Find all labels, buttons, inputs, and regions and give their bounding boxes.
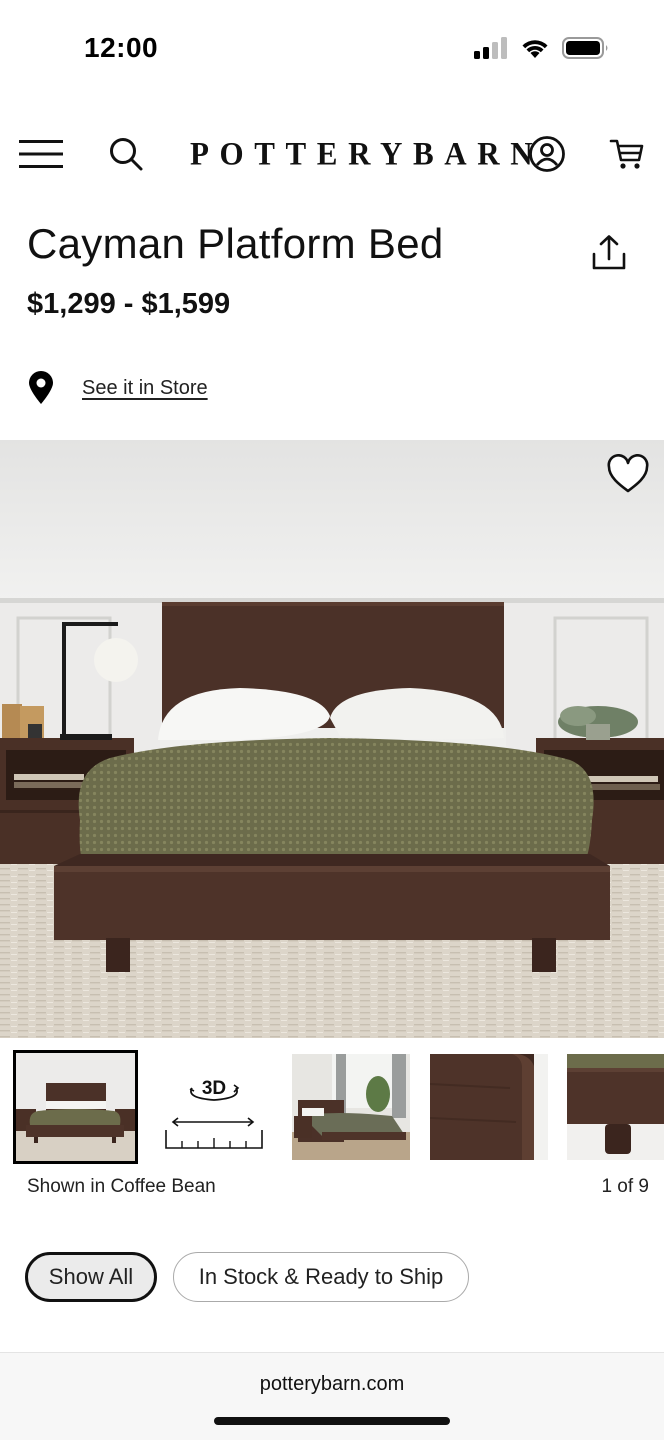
thumbnail-bed-room[interactable]	[292, 1054, 410, 1160]
see-in-store-link[interactable]: See it in Store	[82, 377, 208, 400]
image-counter: 1 of 9	[601, 1176, 649, 1197]
product-price: $1,299 - $1,599	[27, 288, 231, 320]
status-bar: 12:00	[0, 0, 664, 100]
product-hero-image[interactable]	[0, 440, 664, 1038]
share-icon[interactable]	[586, 230, 632, 276]
bed-photo	[0, 440, 664, 1038]
cellular-signal-icon	[474, 37, 507, 59]
home-indicator[interactable]	[214, 1417, 450, 1425]
heart-icon[interactable]	[604, 450, 652, 498]
url-text[interactable]: potterybarn.com	[0, 1373, 664, 1396]
location-pin-icon	[29, 371, 53, 404]
in-stock-chip[interactable]: In Stock & Ready to Ship	[173, 1252, 469, 1302]
account-icon[interactable]	[526, 112, 568, 196]
thumbnail-bed-front[interactable]	[13, 1050, 138, 1164]
search-icon[interactable]	[106, 112, 146, 196]
status-time: 12:00	[84, 32, 159, 63]
hamburger-menu-icon[interactable]	[18, 112, 64, 196]
browser-url-bar[interactable]: potterybarn.com	[0, 1352, 664, 1440]
store-locator[interactable]: See it in Store	[26, 366, 208, 410]
thumbnail-strip: 3D	[0, 1050, 664, 1166]
cart-icon[interactable]	[606, 112, 648, 196]
site-header: POTTERYBARN	[0, 112, 664, 196]
color-shown-label: Shown in Coffee Bean	[27, 1176, 216, 1197]
wifi-icon	[522, 40, 548, 58]
show-all-chip[interactable]: Show All	[25, 1252, 157, 1302]
thumbnail-3d-view[interactable]: 3D	[156, 1054, 272, 1160]
thumbnail-wood-corner[interactable]	[430, 1054, 548, 1160]
site-logo[interactable]: POTTERYBARN	[190, 133, 533, 175]
battery-icon	[562, 37, 608, 59]
status-icons	[474, 36, 610, 60]
product-title: Cayman Platform Bed	[27, 220, 444, 267]
thumbnail-leg-detail[interactable]	[567, 1054, 664, 1160]
3d-label: 3D	[202, 1078, 226, 1099]
